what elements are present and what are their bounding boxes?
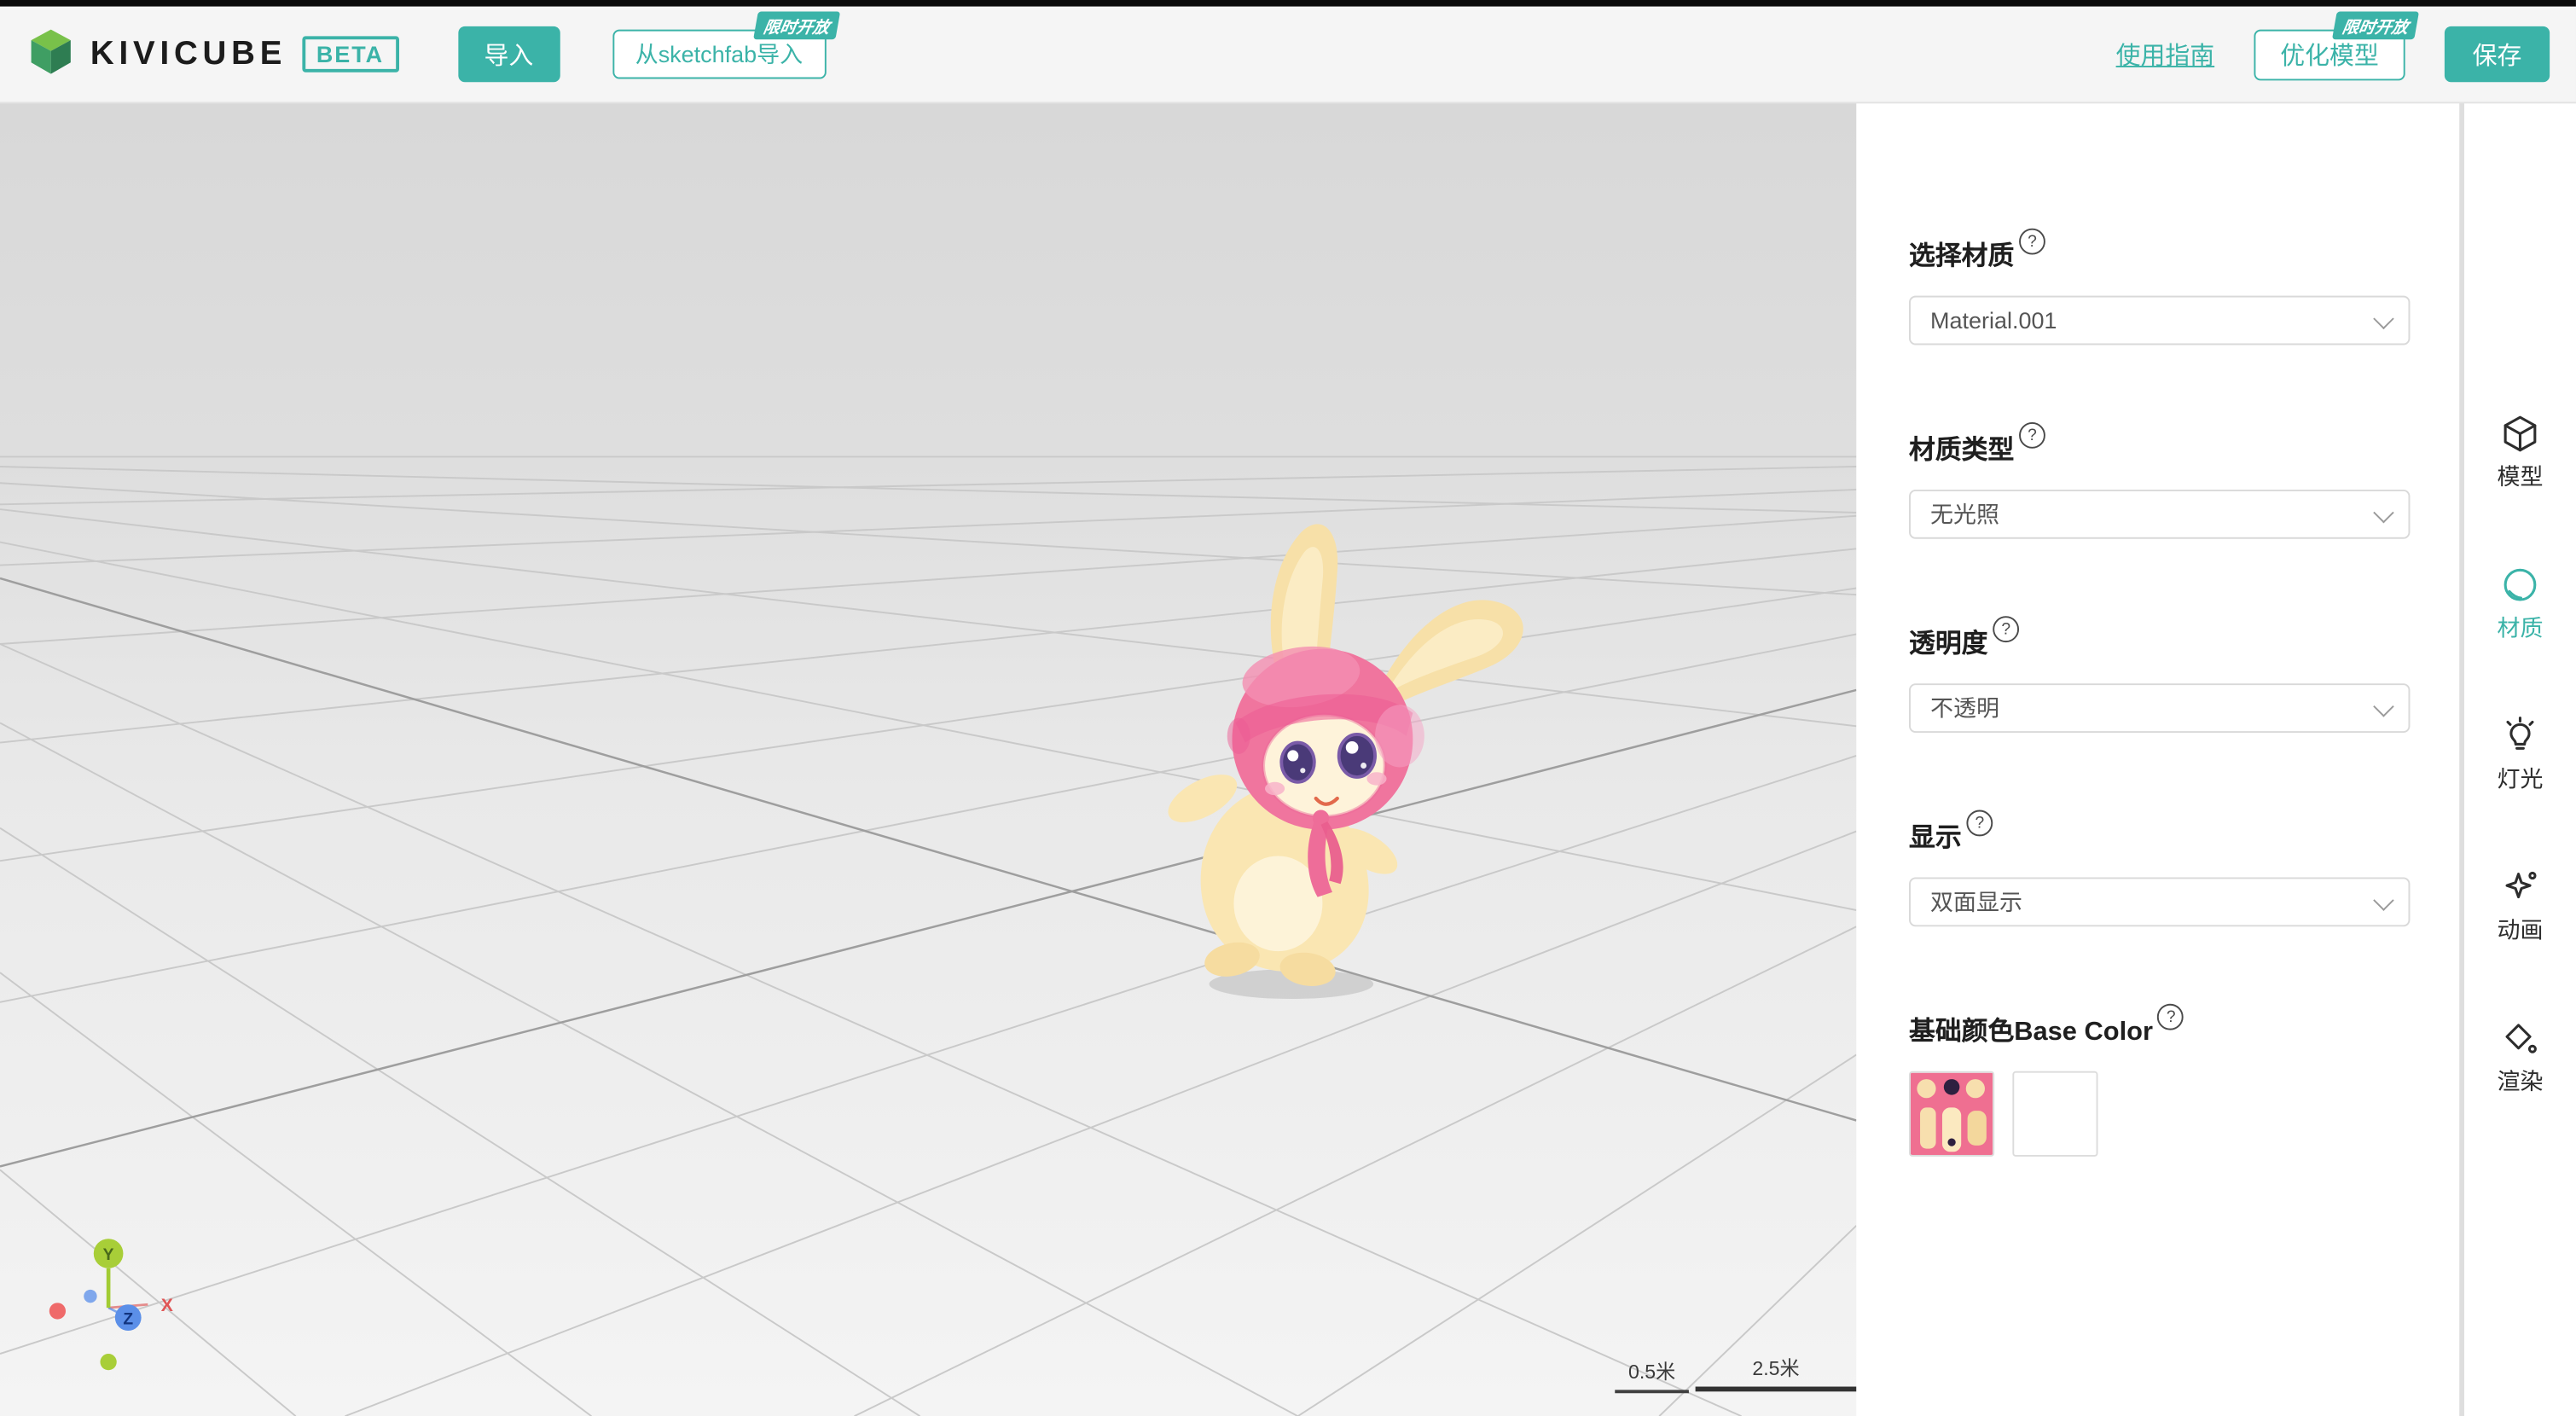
help-icon[interactable] — [2158, 1004, 2184, 1030]
section-label: 透明度 — [1909, 621, 1987, 660]
tab-model[interactable]: 模型 — [2464, 414, 2576, 492]
app-title: KIVICUBE — [90, 35, 287, 73]
selected-value: 双面显示 — [1930, 885, 2374, 919]
axes-gizmo[interactable]: Y Z X — [30, 1233, 211, 1397]
chevron-down-icon — [2373, 308, 2394, 329]
texture-swatch[interactable] — [1909, 1071, 1994, 1157]
animation-icon — [2500, 868, 2539, 907]
base-color-swatch[interactable] — [2012, 1071, 2097, 1157]
limited-time-badge: 限时开放 — [2332, 11, 2419, 39]
app-window: KIVICUBE BETA 导入 从sketchfab导入 限时开放 使用指南 … — [0, 0, 2576, 1416]
section-label: 基础颜色Base Color — [1909, 1009, 2153, 1048]
beta-badge: BETA — [302, 36, 399, 72]
help-icon[interactable] — [2019, 422, 2045, 449]
section-label: 材质类型 — [1909, 427, 2014, 467]
limited-time-badge: 限时开放 — [752, 11, 839, 39]
material-properties-panel: 选择材质 Material.001 材质类型 无光照 透明度 不透明 — [1856, 102, 2461, 1416]
optimize-group: 优化模型 限时开放 — [2254, 29, 2405, 80]
chevron-down-icon — [2373, 502, 2394, 523]
selected-value: Material.001 — [1930, 307, 2374, 334]
tab-animation[interactable]: 动画 — [2464, 868, 2576, 946]
help-icon[interactable] — [2019, 229, 2045, 255]
model-character[interactable] — [1117, 493, 1577, 1018]
ground-grid — [0, 102, 1856, 1416]
kivicube-logo-icon — [26, 26, 76, 83]
material-select-dropdown[interactable]: Material.001 — [1909, 296, 2410, 345]
display-dropdown[interactable]: 双面显示 — [1909, 877, 2410, 926]
logo: KIVICUBE BETA — [26, 26, 399, 83]
material-type-dropdown[interactable]: 无光照 — [1909, 490, 2410, 539]
app-header: KIVICUBE BETA 导入 从sketchfab导入 限时开放 使用指南 … — [0, 7, 2576, 102]
save-button[interactable]: 保存 — [2445, 26, 2550, 82]
axis-x-label: X — [161, 1296, 173, 1315]
opacity-section: 透明度 不透明 — [1909, 621, 2410, 733]
tab-render[interactable]: 渲染 — [2464, 1018, 2576, 1097]
tab-light[interactable]: 灯光 — [2464, 717, 2576, 795]
sketchfab-import-group: 从sketchfab导入 限时开放 — [612, 30, 826, 79]
cube-icon — [2500, 414, 2539, 453]
axis-z-label: Z — [123, 1310, 133, 1328]
selected-value: 无光照 — [1930, 498, 2374, 531]
3d-viewport[interactable]: Y Z X 0.5米 2.5米 — [0, 102, 1856, 1416]
sphere-icon — [2500, 566, 2539, 605]
display-section: 显示 双面显示 — [1909, 815, 2410, 926]
axis-y-label: Y — [103, 1246, 114, 1264]
chevron-down-icon — [2373, 889, 2394, 910]
light-icon — [2500, 717, 2539, 756]
base-color-section: 基础颜色Base Color — [1909, 1009, 2410, 1157]
opacity-dropdown[interactable]: 不透明 — [1909, 683, 2410, 733]
section-label: 选择材质 — [1909, 233, 2014, 272]
selected-value: 不透明 — [1930, 692, 2374, 725]
render-icon — [2500, 1018, 2539, 1058]
section-label: 显示 — [1909, 815, 1962, 854]
help-icon[interactable] — [1993, 616, 2019, 642]
help-icon[interactable] — [1966, 810, 1993, 837]
import-button[interactable]: 导入 — [458, 26, 560, 82]
guide-link[interactable]: 使用指南 — [2116, 37, 2215, 71]
chevron-down-icon — [2373, 695, 2394, 717]
window-top-strip — [0, 0, 2576, 7]
material-type-section: 材质类型 无光照 — [1909, 427, 2410, 539]
header-actions: 使用指南 优化模型 限时开放 保存 — [2116, 26, 2550, 82]
tool-rail: 模型 材质 灯光 动画 — [2464, 102, 2576, 1416]
tab-material[interactable]: 材质 — [2464, 566, 2576, 644]
material-select-section: 选择材质 Material.001 — [1909, 233, 2410, 345]
